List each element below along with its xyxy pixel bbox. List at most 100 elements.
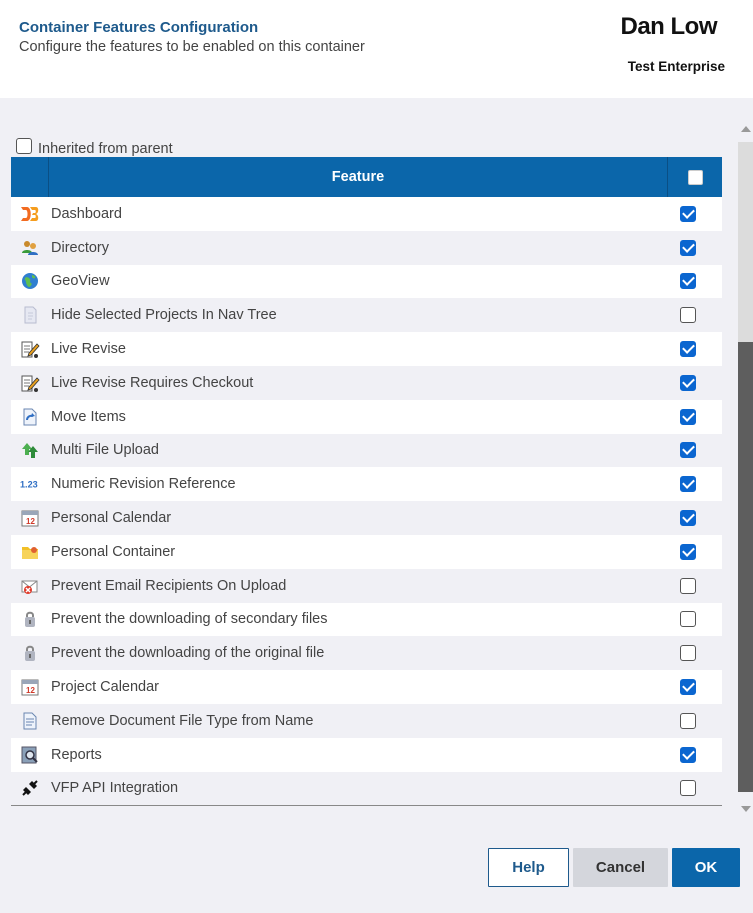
table-row[interactable]: Prevent the downloading of secondary fil… — [11, 602, 722, 637]
help-button[interactable]: Help — [488, 848, 569, 887]
table-row[interactable]: 1.23 Numeric Revision Reference — [11, 467, 722, 502]
table-body: Dashboard Directory GeoView Hide Selected P… — [11, 197, 722, 807]
header-feature: Feature — [49, 157, 668, 197]
users-icon — [11, 238, 49, 258]
feature-checkbox[interactable] — [680, 746, 696, 763]
table-row[interactable]: Hide Selected Projects In Nav Tree — [11, 298, 722, 333]
ok-button[interactable]: OK — [672, 848, 740, 887]
feature-checkbox[interactable] — [680, 273, 696, 290]
upload-arrows-icon — [11, 440, 49, 460]
table-row[interactable]: VFP API Integration — [11, 771, 722, 806]
feature-checkbox[interactable] — [680, 611, 696, 628]
scrollbar[interactable] — [737, 122, 753, 814]
dialog-header: Container Features Configuration Configu… — [0, 0, 753, 98]
feature-checkbox[interactable] — [680, 780, 696, 797]
feature-check-cell — [668, 510, 722, 527]
feature-check-cell — [668, 746, 722, 763]
feature-check-cell — [668, 442, 722, 459]
feature-check-cell — [668, 476, 722, 493]
table-row[interactable]: Personal Container — [11, 534, 722, 569]
user-name: Dan Low — [620, 13, 718, 40]
document-icon — [11, 711, 49, 731]
table-row[interactable]: Dashboard — [11, 197, 722, 231]
feature-checkbox[interactable] — [680, 543, 696, 560]
feature-check-cell — [668, 543, 722, 560]
feature-check-cell — [668, 645, 722, 662]
feature-check-cell — [668, 712, 722, 729]
calendar-icon: 12 — [11, 677, 49, 697]
scroll-down-icon[interactable] — [741, 806, 751, 812]
feature-label: Multi File Upload — [51, 442, 159, 459]
feature-checkbox[interactable] — [680, 408, 696, 425]
move-doc-icon — [11, 407, 49, 427]
feature-label: Personal Container — [51, 543, 176, 560]
feature-checkbox[interactable] — [680, 205, 696, 222]
feature-checkbox[interactable] — [680, 577, 696, 594]
features-table: Feature Dashboard Directory GeoView Hide Se… — [11, 157, 722, 807]
table-row[interactable]: Live Revise Requires Checkout — [11, 365, 722, 400]
feature-checkbox[interactable] — [680, 679, 696, 696]
feature-check-cell — [668, 577, 722, 594]
feature-checkbox[interactable] — [680, 341, 696, 358]
feature-checkbox[interactable] — [680, 645, 696, 662]
feature-label: Prevent the downloading of secondary fil… — [51, 611, 328, 628]
feature-label: Directory — [51, 239, 110, 256]
email-block-icon — [11, 576, 49, 596]
svg-text:12: 12 — [26, 686, 35, 695]
svg-text:1.23: 1.23 — [20, 480, 38, 490]
feature-check-cell — [668, 307, 722, 324]
header-select-all[interactable] — [668, 157, 722, 197]
feature-checkbox[interactable] — [680, 510, 696, 527]
inherit-option[interactable]: Inherited from parent — [16, 135, 173, 157]
table-row[interactable]: Live Revise — [11, 332, 722, 366]
feature-checkbox[interactable] — [680, 239, 696, 256]
table-header: Feature — [11, 157, 722, 197]
feature-label: Move Items — [51, 408, 126, 425]
table-row[interactable]: Remove Document File Type from Name — [11, 703, 722, 738]
lock-icon — [11, 609, 49, 629]
scroll-up-icon[interactable] — [741, 126, 751, 132]
table-row[interactable]: Move Items — [11, 399, 722, 434]
feature-label: Live Revise Requires Checkout — [51, 374, 254, 391]
feature-checkbox[interactable] — [680, 307, 696, 324]
feature-label: Reports — [51, 746, 102, 763]
feature-check-cell — [668, 205, 722, 222]
calendar-icon: 12 — [11, 508, 49, 528]
table-row[interactable]: Multi File Upload — [11, 433, 722, 468]
inherit-label: Inherited from parent — [38, 141, 173, 157]
feature-label: Hide Selected Projects In Nav Tree — [51, 307, 277, 324]
table-row[interactable]: 12 Personal Calendar — [11, 501, 722, 535]
feature-check-cell — [668, 408, 722, 425]
feature-check-cell — [668, 273, 722, 290]
table-row[interactable]: Prevent the downloading of the original … — [11, 636, 722, 671]
feature-label: Numeric Revision Reference — [51, 476, 236, 493]
table-row[interactable]: 12 Project Calendar — [11, 670, 722, 704]
feature-label: Remove Document File Type from Name — [51, 712, 314, 729]
d3-icon — [11, 204, 49, 224]
table-row[interactable]: Directory — [11, 230, 722, 265]
table-row[interactable]: GeoView — [11, 264, 722, 299]
feature-label: Project Calendar — [51, 679, 159, 696]
org-name: Test Enterprise — [627, 59, 725, 74]
table-row[interactable]: Prevent Email Recipients On Upload — [11, 568, 722, 603]
feature-check-cell — [668, 239, 722, 256]
feature-checkbox[interactable] — [680, 374, 696, 391]
feature-checkbox[interactable] — [680, 712, 696, 729]
feature-label: Personal Calendar — [51, 510, 172, 527]
feature-checkbox[interactable] — [680, 442, 696, 459]
scroll-thumb-upper[interactable] — [738, 142, 753, 342]
plug-icon — [11, 778, 49, 798]
feature-label: Dashboard — [51, 205, 122, 222]
inherit-checkbox[interactable] — [16, 138, 32, 154]
scroll-thumb[interactable] — [738, 342, 753, 792]
globe-icon — [11, 271, 49, 291]
folder-icon — [11, 542, 49, 562]
feature-label: Live Revise — [51, 341, 126, 358]
edit-doc-icon — [11, 373, 49, 393]
cancel-button[interactable]: Cancel — [573, 848, 668, 887]
select-all-checkbox[interactable] — [687, 169, 703, 185]
header-icon-column — [11, 157, 49, 197]
feature-check-cell — [668, 374, 722, 391]
feature-checkbox[interactable] — [680, 476, 696, 493]
table-row[interactable]: Reports — [11, 737, 722, 772]
